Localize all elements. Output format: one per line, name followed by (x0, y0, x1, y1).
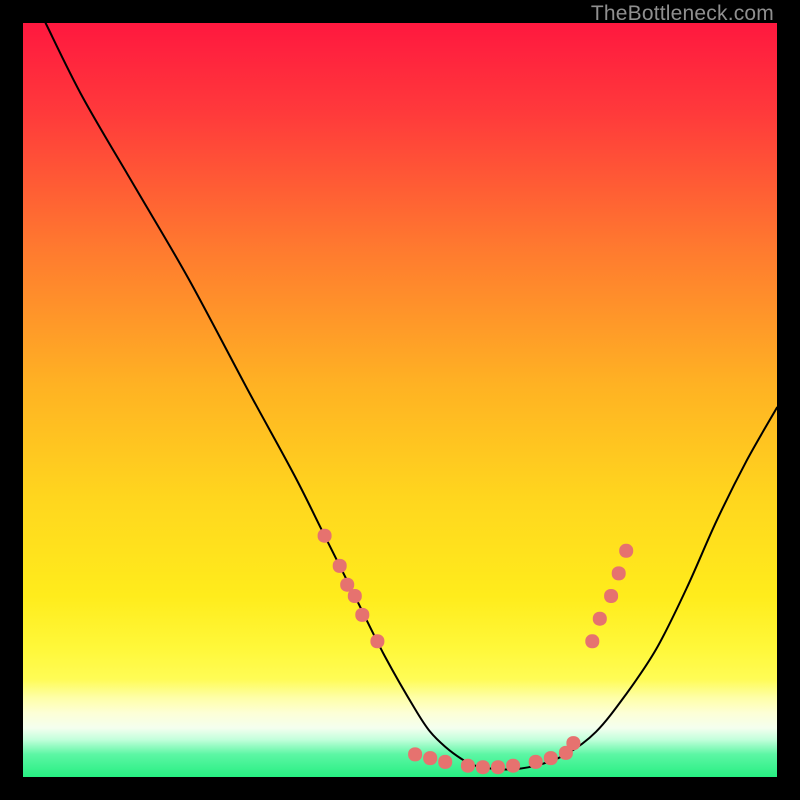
watermark-text: TheBottleneck.com (591, 2, 774, 26)
data-marker (348, 589, 362, 603)
data-marker (612, 566, 626, 580)
data-marker (318, 529, 332, 543)
data-marker (370, 634, 384, 648)
data-marker (491, 760, 505, 774)
chart-frame (23, 23, 777, 777)
data-marker (566, 736, 580, 750)
data-marker (604, 589, 618, 603)
bottleneck-curve (46, 23, 777, 770)
data-marker (423, 751, 437, 765)
data-marker (593, 612, 607, 626)
data-marker (585, 634, 599, 648)
data-marker (355, 608, 369, 622)
data-markers (318, 529, 634, 775)
data-marker (461, 759, 475, 773)
data-marker (333, 559, 347, 573)
data-marker (438, 755, 452, 769)
data-marker (529, 755, 543, 769)
data-marker (476, 760, 490, 774)
data-marker (544, 751, 558, 765)
chart-plot (23, 23, 777, 777)
data-marker (506, 759, 520, 773)
data-marker (408, 747, 422, 761)
data-marker (619, 544, 633, 558)
